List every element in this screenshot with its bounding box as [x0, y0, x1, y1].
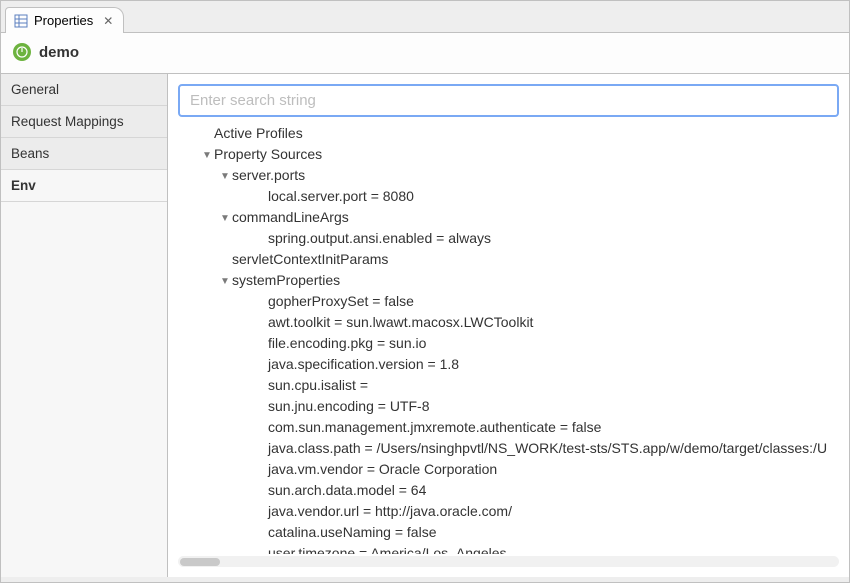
property-row[interactable]: local.server.port = 8080	[238, 186, 839, 207]
property-value: com.sun.management.jmxremote.authenticat…	[268, 419, 601, 435]
property-row[interactable]: java.class.path = /Users/nsinghpvtl/NS_W…	[238, 438, 839, 459]
tree-node-servlet-context-init-params[interactable]: servletContextInitParams	[220, 249, 839, 270]
tree-label: server.ports	[232, 167, 305, 183]
property-value: file.encoding.pkg = sun.io	[268, 335, 426, 351]
horizontal-scrollbar[interactable]	[178, 556, 839, 567]
property-row[interactable]: java.specification.version = 1.8	[238, 354, 839, 375]
collapse-icon[interactable]: ▼	[220, 211, 230, 226]
property-value: gopherProxySet = false	[268, 293, 414, 309]
sidebar-item-label: Env	[11, 178, 36, 193]
property-value: local.server.port = 8080	[268, 188, 414, 204]
properties-icon	[14, 14, 28, 28]
property-value: java.vendor.url = http://java.oracle.com…	[268, 503, 512, 519]
property-row[interactable]: sun.cpu.isalist =	[238, 375, 839, 396]
property-row[interactable]: com.sun.management.jmxremote.authenticat…	[238, 417, 839, 438]
sidebar-item-request-mappings[interactable]: Request Mappings	[1, 106, 167, 138]
property-row[interactable]: java.vm.vendor = Oracle Corporation	[238, 459, 839, 480]
property-value: sun.arch.data.model = 64	[268, 482, 426, 498]
property-row[interactable]: file.encoding.pkg = sun.io	[238, 333, 839, 354]
sidebar-item-label: Request Mappings	[11, 114, 124, 129]
tree-label: commandLineArgs	[232, 209, 349, 225]
sidebar-item-env[interactable]: Env	[1, 170, 167, 202]
property-row[interactable]: user.timezone = America/Los_Angeles	[238, 543, 839, 554]
spring-boot-icon	[13, 43, 31, 61]
collapse-icon[interactable]: ▼	[220, 169, 230, 184]
property-row[interactable]: java.vendor.url = http://java.oracle.com…	[238, 501, 839, 522]
property-value: sun.jnu.encoding = UTF-8	[268, 398, 429, 414]
project-name: demo	[39, 44, 79, 61]
property-row[interactable]: gopherProxySet = false	[238, 291, 839, 312]
tab-bar: Properties ✕	[1, 1, 849, 33]
tree-node-active-profiles[interactable]: Active Profiles	[202, 123, 839, 144]
property-tree: Active Profiles ▼Property Sources ▼serve…	[178, 123, 839, 554]
property-value: java.vm.vendor = Oracle Corporation	[268, 461, 497, 477]
header: demo	[1, 33, 849, 74]
tab-properties[interactable]: Properties ✕	[5, 7, 124, 33]
collapse-icon[interactable]: ▼	[220, 274, 230, 289]
collapse-icon[interactable]: ▼	[202, 148, 212, 163]
property-value: awt.toolkit = sun.lwawt.macosx.LWCToolki…	[268, 314, 533, 330]
property-value: spring.output.ansi.enabled = always	[268, 230, 491, 246]
sidebar-item-label: General	[11, 82, 59, 97]
close-icon[interactable]: ✕	[103, 14, 113, 28]
tree-label: Property Sources	[214, 146, 322, 162]
property-value: catalina.useNaming = false	[268, 524, 437, 540]
property-value: java.class.path = /Users/nsinghpvtl/NS_W…	[268, 440, 827, 456]
tree-label: systemProperties	[232, 272, 340, 288]
property-row[interactable]: sun.arch.data.model = 64	[238, 480, 839, 501]
property-value: user.timezone = America/Los_Angeles	[268, 545, 507, 554]
search-input[interactable]	[178, 84, 839, 117]
sidebar-item-label: Beans	[11, 146, 49, 161]
tree-node-system-properties[interactable]: ▼systemProperties	[220, 270, 839, 291]
property-value: java.specification.version = 1.8	[268, 356, 459, 372]
sidebar: General Request Mappings Beans Env	[1, 74, 168, 577]
tree-node-server-ports[interactable]: ▼server.ports	[220, 165, 839, 186]
property-row[interactable]: spring.output.ansi.enabled = always	[238, 228, 839, 249]
tree-label: Active Profiles	[214, 125, 303, 141]
tree-node-command-line-args[interactable]: ▼commandLineArgs	[220, 207, 839, 228]
tab-title: Properties	[34, 13, 93, 28]
sidebar-item-general[interactable]: General	[1, 74, 167, 106]
main-panel: Active Profiles ▼Property Sources ▼serve…	[168, 74, 849, 577]
tree-node-property-sources[interactable]: ▼Property Sources	[202, 144, 839, 165]
sidebar-item-beans[interactable]: Beans	[1, 138, 167, 170]
property-row[interactable]: catalina.useNaming = false	[238, 522, 839, 543]
tree-label: servletContextInitParams	[232, 251, 388, 267]
property-row[interactable]: sun.jnu.encoding = UTF-8	[238, 396, 839, 417]
property-row[interactable]: awt.toolkit = sun.lwawt.macosx.LWCToolki…	[238, 312, 839, 333]
scrollbar-thumb[interactable]	[180, 558, 220, 566]
property-value: sun.cpu.isalist =	[268, 377, 368, 393]
